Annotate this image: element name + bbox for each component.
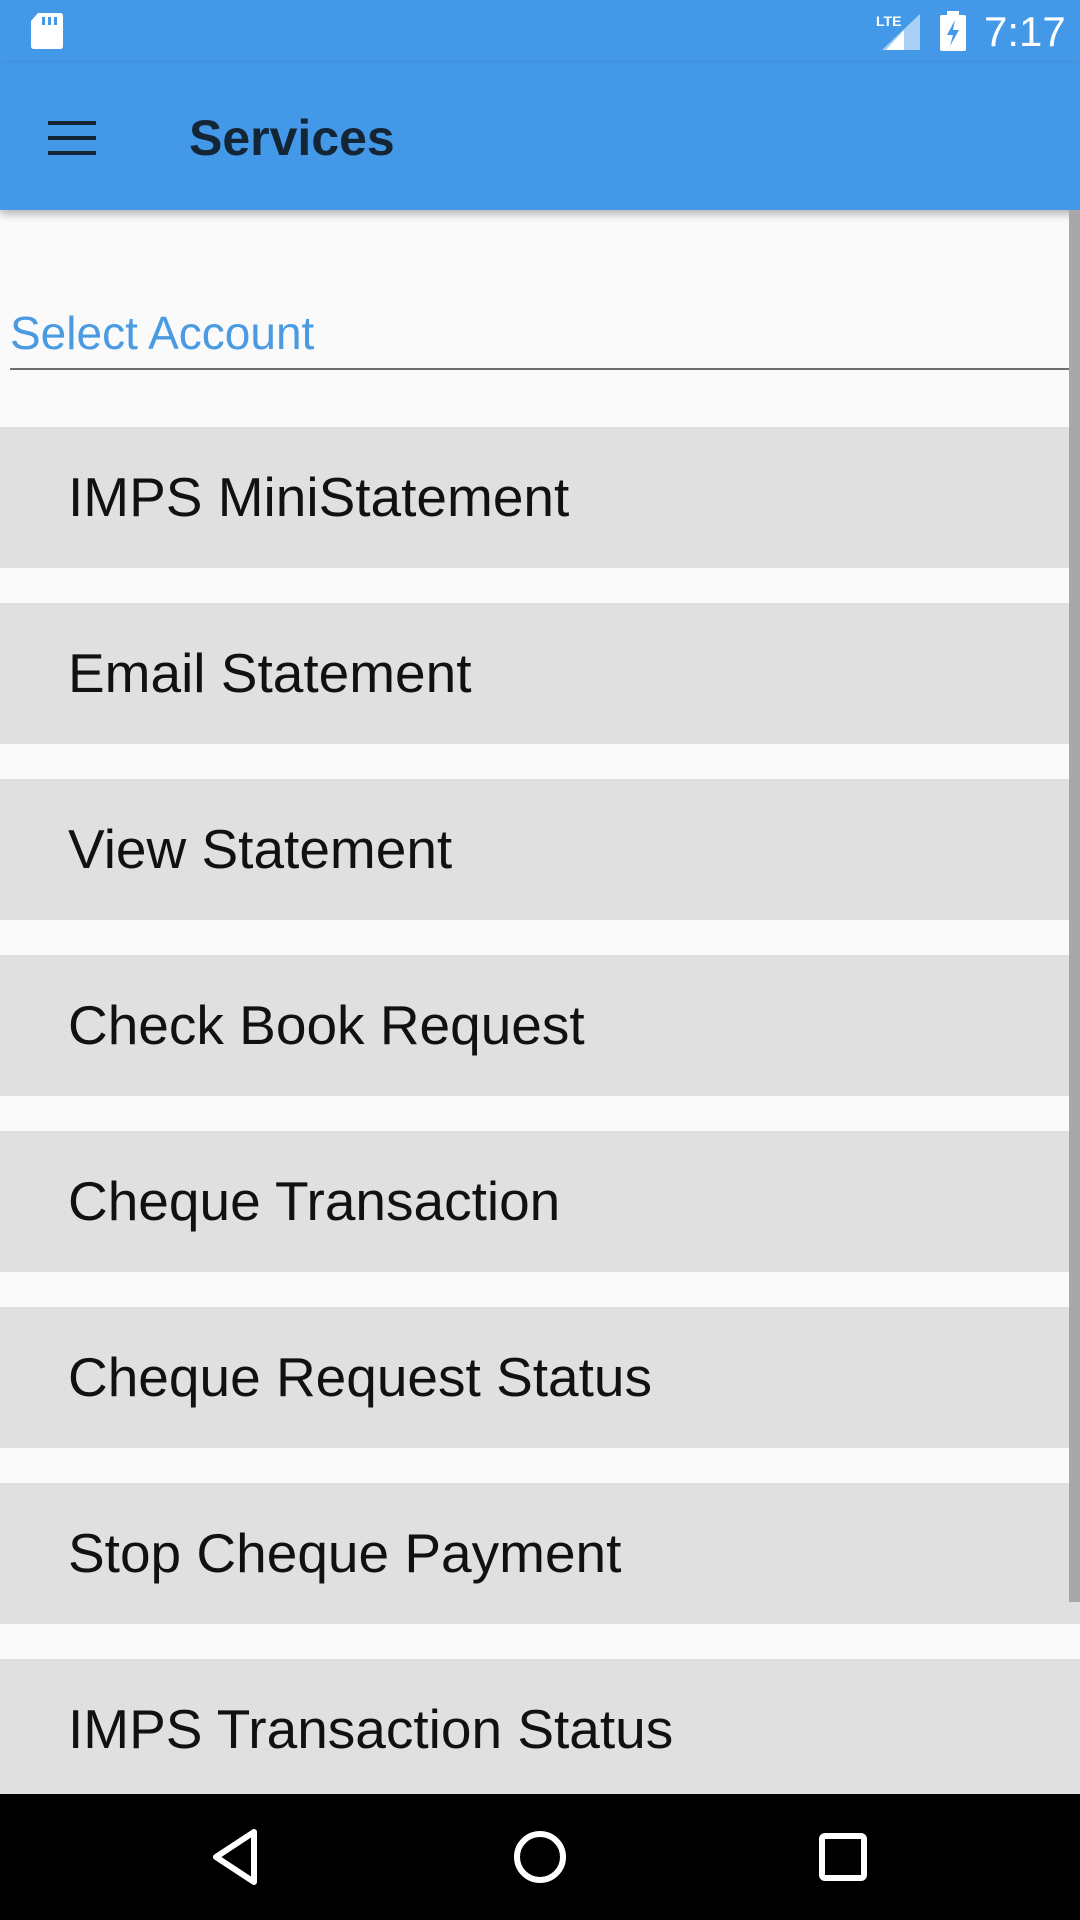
service-item-label: IMPS MiniStatement <box>68 466 570 528</box>
status-bar: LTE 7:17 <box>0 0 1080 63</box>
navigation-bar <box>0 1794 1080 1920</box>
service-item-label: Cheque Transaction <box>68 1170 561 1232</box>
service-item-imps-transaction-status[interactable]: IMPS Transaction Status <box>0 1659 1080 1794</box>
account-select[interactable]: Select Account <box>10 294 1070 370</box>
menu-button[interactable] <box>30 103 116 171</box>
service-item-cheque-request-status[interactable]: Cheque Request Status <box>0 1307 1080 1448</box>
recents-icon <box>819 1833 867 1881</box>
sd-card-icon <box>30 12 64 50</box>
service-item-email-statement[interactable]: Email Statement <box>0 603 1080 744</box>
service-item-cheque-transaction[interactable]: Cheque Transaction <box>0 1131 1080 1272</box>
service-item-label: View Statement <box>68 818 453 880</box>
service-item-label: IMPS Transaction Status <box>68 1698 674 1760</box>
service-item-check-book-request[interactable]: Check Book Request <box>0 955 1080 1096</box>
status-time: 7:17 <box>984 8 1066 55</box>
lte-signal-icon: LTE <box>874 10 922 52</box>
service-item-label: Email Statement <box>68 642 472 704</box>
back-icon <box>213 1829 257 1885</box>
recents-button[interactable] <box>795 1812 891 1902</box>
service-item-stop-cheque-payment[interactable]: Stop Cheque Payment <box>0 1483 1080 1624</box>
network-label: LTE <box>876 13 901 29</box>
home-button[interactable] <box>492 1812 588 1902</box>
service-item-label: Stop Cheque Payment <box>68 1522 622 1584</box>
service-item-imps-ministatement[interactable]: IMPS MiniStatement <box>0 427 1080 568</box>
service-item-label: Cheque Request Status <box>68 1346 652 1408</box>
account-select-label: Select Account <box>10 307 315 359</box>
back-button[interactable] <box>188 1812 284 1902</box>
service-list: IMPS MiniStatement Email Statement View … <box>0 427 1080 1794</box>
service-item-label: Check Book Request <box>68 994 585 1056</box>
service-item-view-statement[interactable]: View Statement <box>0 779 1080 920</box>
battery-charging-icon <box>938 11 968 51</box>
app-bar: Services <box>0 63 1080 210</box>
main-content: Select Account IMPS MiniStatement Email … <box>0 210 1080 1794</box>
screen: LTE 7:17 Services Select Account IMPS Mi… <box>0 0 1080 1920</box>
scrollbar[interactable] <box>1069 210 1080 1602</box>
page-title: Services <box>189 110 395 166</box>
hamburger-menu-icon <box>48 121 96 155</box>
home-icon <box>514 1831 566 1883</box>
